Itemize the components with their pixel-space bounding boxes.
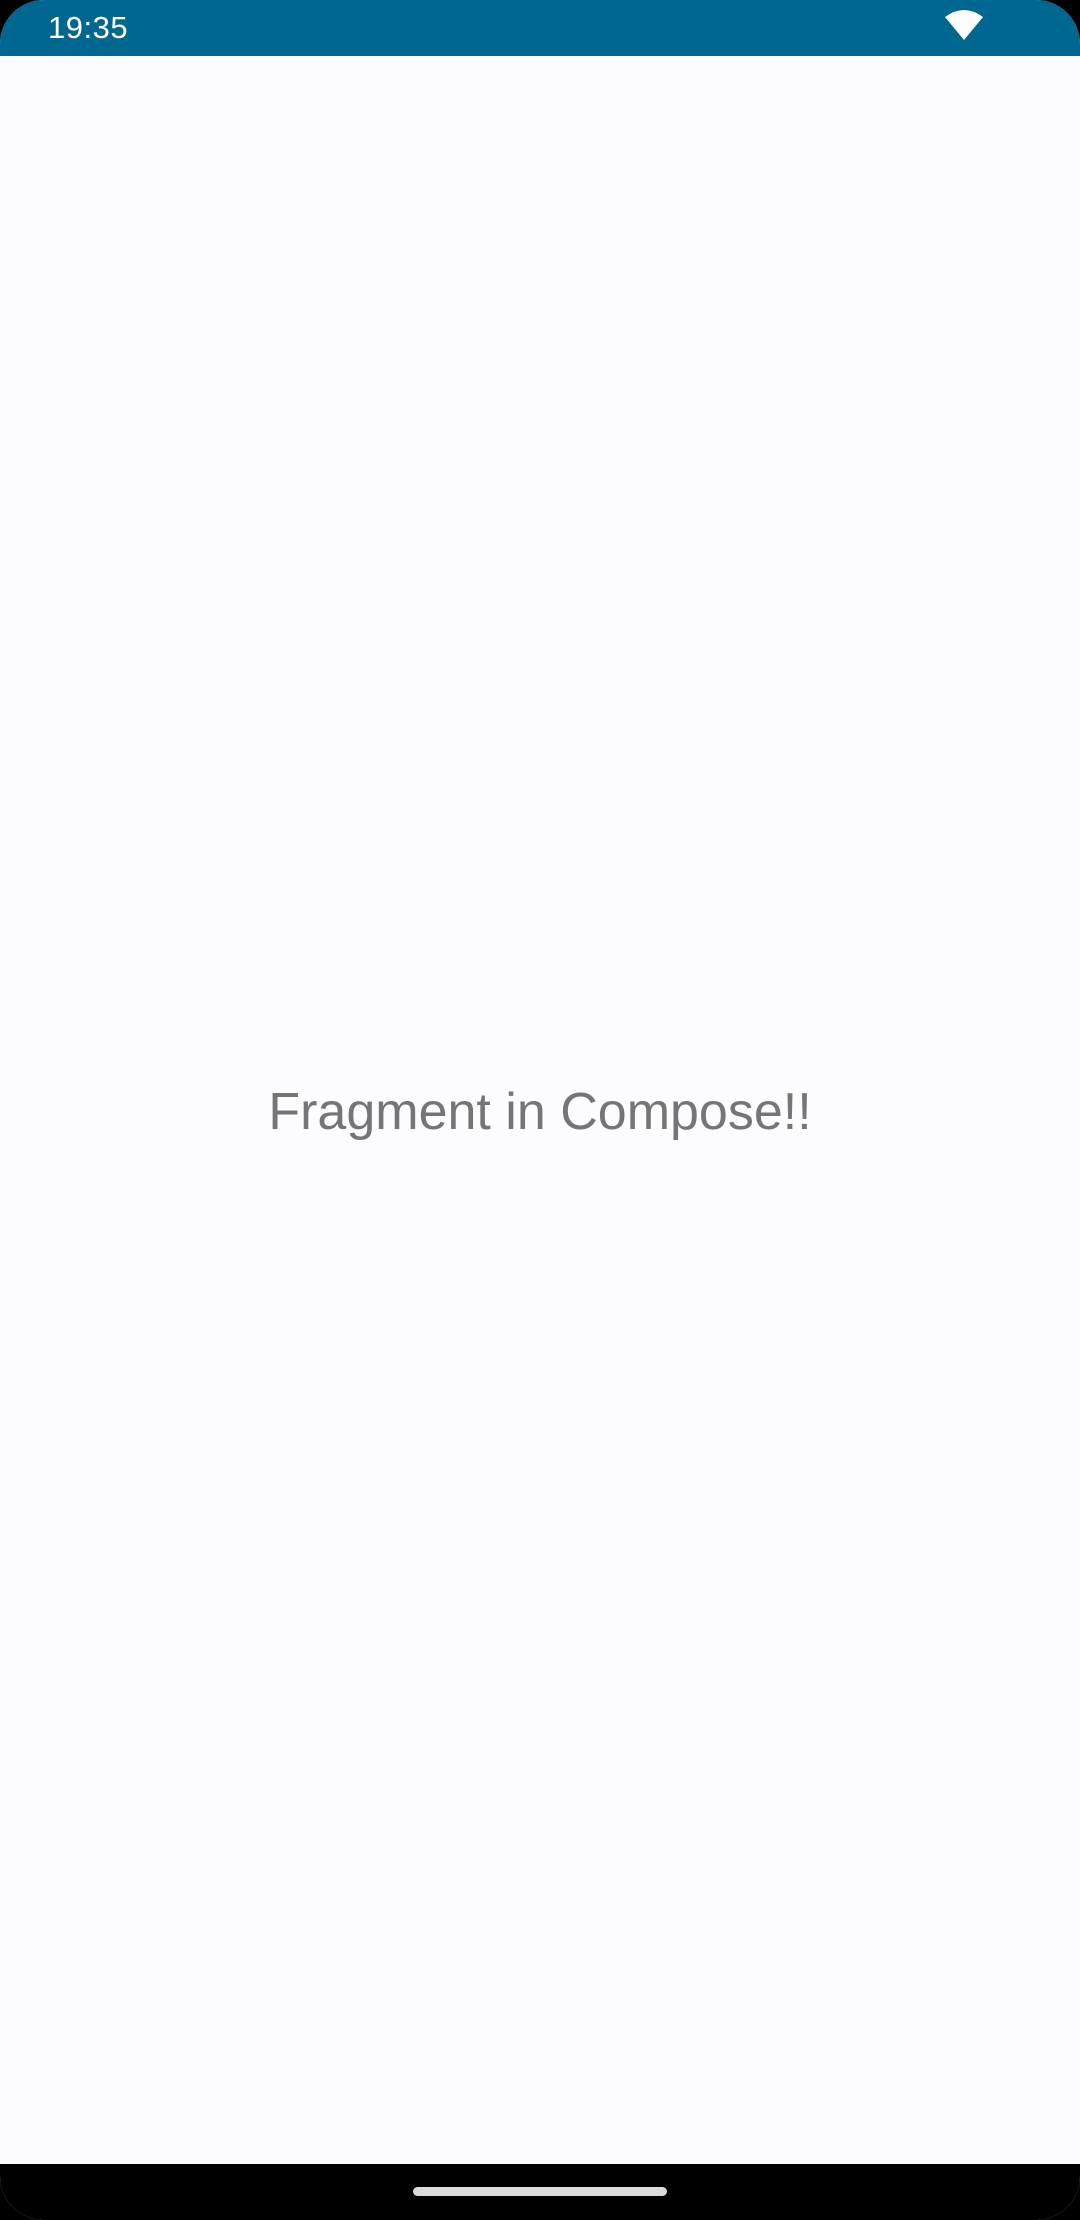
fragment-message: Fragment in Compose!! (268, 1082, 812, 1141)
gesture-handle[interactable] (413, 2187, 667, 2196)
phone-screen: 19:35 Fragment in Compose!! (0, 0, 1080, 2220)
navigation-bar (0, 2164, 1080, 2220)
main-content: Fragment in Compose!! (0, 56, 1080, 2164)
wifi-icon (945, 10, 983, 40)
status-bar: 19:35 (0, 0, 1080, 56)
status-time: 19:35 (48, 10, 129, 45)
